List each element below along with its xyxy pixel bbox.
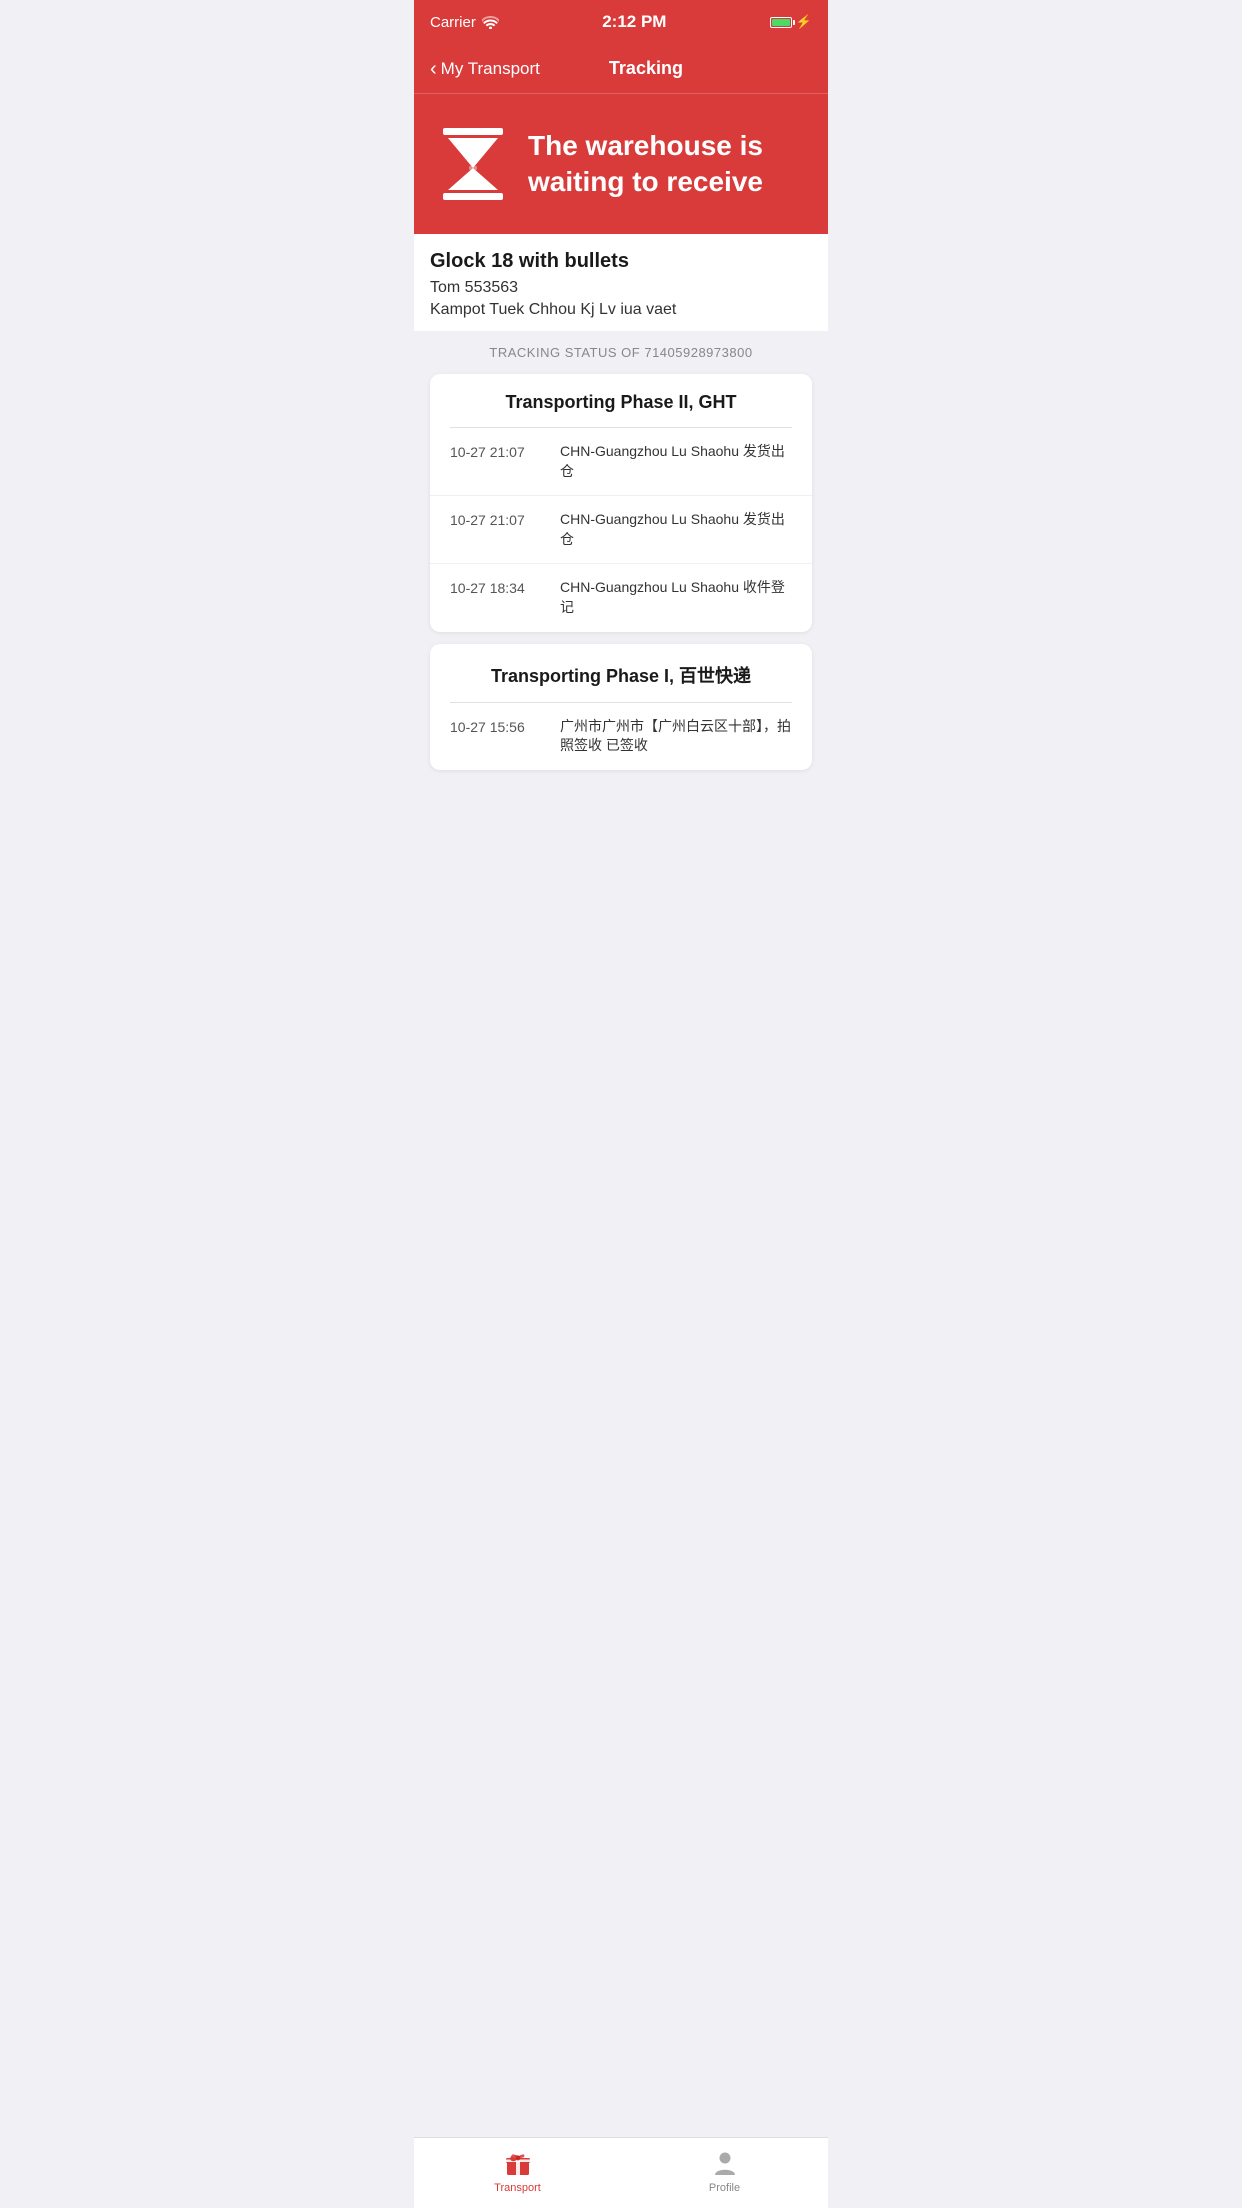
hero-status-text: The warehouse is waiting to receive [528, 128, 804, 201]
table-row: 10-27 15:56 广州市广州市【广州白云区十部】，拍照签收 已签收 [430, 703, 812, 770]
tracking-card-phase1: Transporting Phase I, 百世快递 10-27 15:56 广… [430, 644, 812, 770]
tracking-card-phase2: Transporting Phase II, GHT 10-27 21:07 C… [430, 374, 812, 632]
tab-profile[interactable]: Profile [621, 2138, 828, 2208]
profile-icon [710, 2148, 740, 2178]
gift-icon [503, 2148, 533, 2178]
item-info-section: Glock 18 with bullets Tom 553563 Kampot … [414, 234, 828, 331]
tracking-desc: CHN-Guangzhou Lu Shaohu 发货出仓 [560, 442, 792, 481]
table-row: 10-27 21:07 CHN-Guangzhou Lu Shaohu 发货出仓 [430, 496, 812, 564]
tab-bar: Transport Profile [414, 2137, 828, 2208]
back-chevron-icon: ‹ [430, 59, 437, 79]
tracking-desc: CHN-Guangzhou Lu Shaohu 发货出仓 [560, 510, 792, 549]
nav-bar: ‹ My Transport Tracking [414, 44, 828, 94]
card-phase2-title: Transporting Phase II, GHT [430, 374, 812, 427]
tab-transport-label: Transport [494, 2182, 541, 2194]
table-row: 10-27 21:07 CHN-Guangzhou Lu Shaohu 发货出仓 [430, 428, 812, 496]
tab-transport[interactable]: Transport [414, 2138, 621, 2208]
status-time: 2:12 PM [602, 12, 666, 32]
tracking-desc: 广州市广州市【广州白云区十部】，拍照签收 已签收 [560, 717, 792, 756]
wifi-icon [482, 16, 499, 29]
battery-icon [770, 17, 792, 28]
item-contact: Tom 553563 [430, 279, 812, 297]
hourglass-icon [438, 124, 508, 204]
tracking-time: 10-27 18:34 [450, 578, 540, 617]
item-name: Glock 18 with bullets [430, 250, 812, 273]
transport-icon [504, 2149, 532, 2177]
hero-banner: The warehouse is waiting to receive [414, 94, 828, 234]
back-button[interactable]: ‹ My Transport [430, 59, 540, 79]
person-icon [711, 2149, 739, 2177]
item-address: Kampot Tuek Chhou Kj Lv iua vaet [430, 301, 812, 319]
cards-container: Transporting Phase II, GHT 10-27 21:07 C… [414, 374, 828, 786]
tracking-time: 10-27 21:07 [450, 442, 540, 481]
tab-profile-label: Profile [709, 2182, 740, 2194]
tracking-id-label: TRACKING STATUS OF 71405928973800 [430, 345, 812, 360]
tracking-desc: CHN-Guangzhou Lu Shaohu 收件登记 [560, 578, 792, 617]
table-row: 10-27 18:34 CHN-Guangzhou Lu Shaohu 收件登记 [430, 564, 812, 631]
tracking-time: 10-27 15:56 [450, 717, 540, 756]
bolt-icon: ⚡ [796, 14, 812, 30]
status-bar: Carrier 2:12 PM ⚡ [414, 0, 828, 44]
status-battery: ⚡ [770, 14, 812, 30]
nav-title: Tracking [540, 58, 752, 79]
status-carrier: Carrier [430, 14, 499, 31]
tracking-label-section: TRACKING STATUS OF 71405928973800 [414, 331, 828, 374]
tracking-time: 10-27 21:07 [450, 510, 540, 549]
back-label: My Transport [441, 59, 540, 79]
card-phase1-title: Transporting Phase I, 百世快递 [430, 644, 812, 702]
